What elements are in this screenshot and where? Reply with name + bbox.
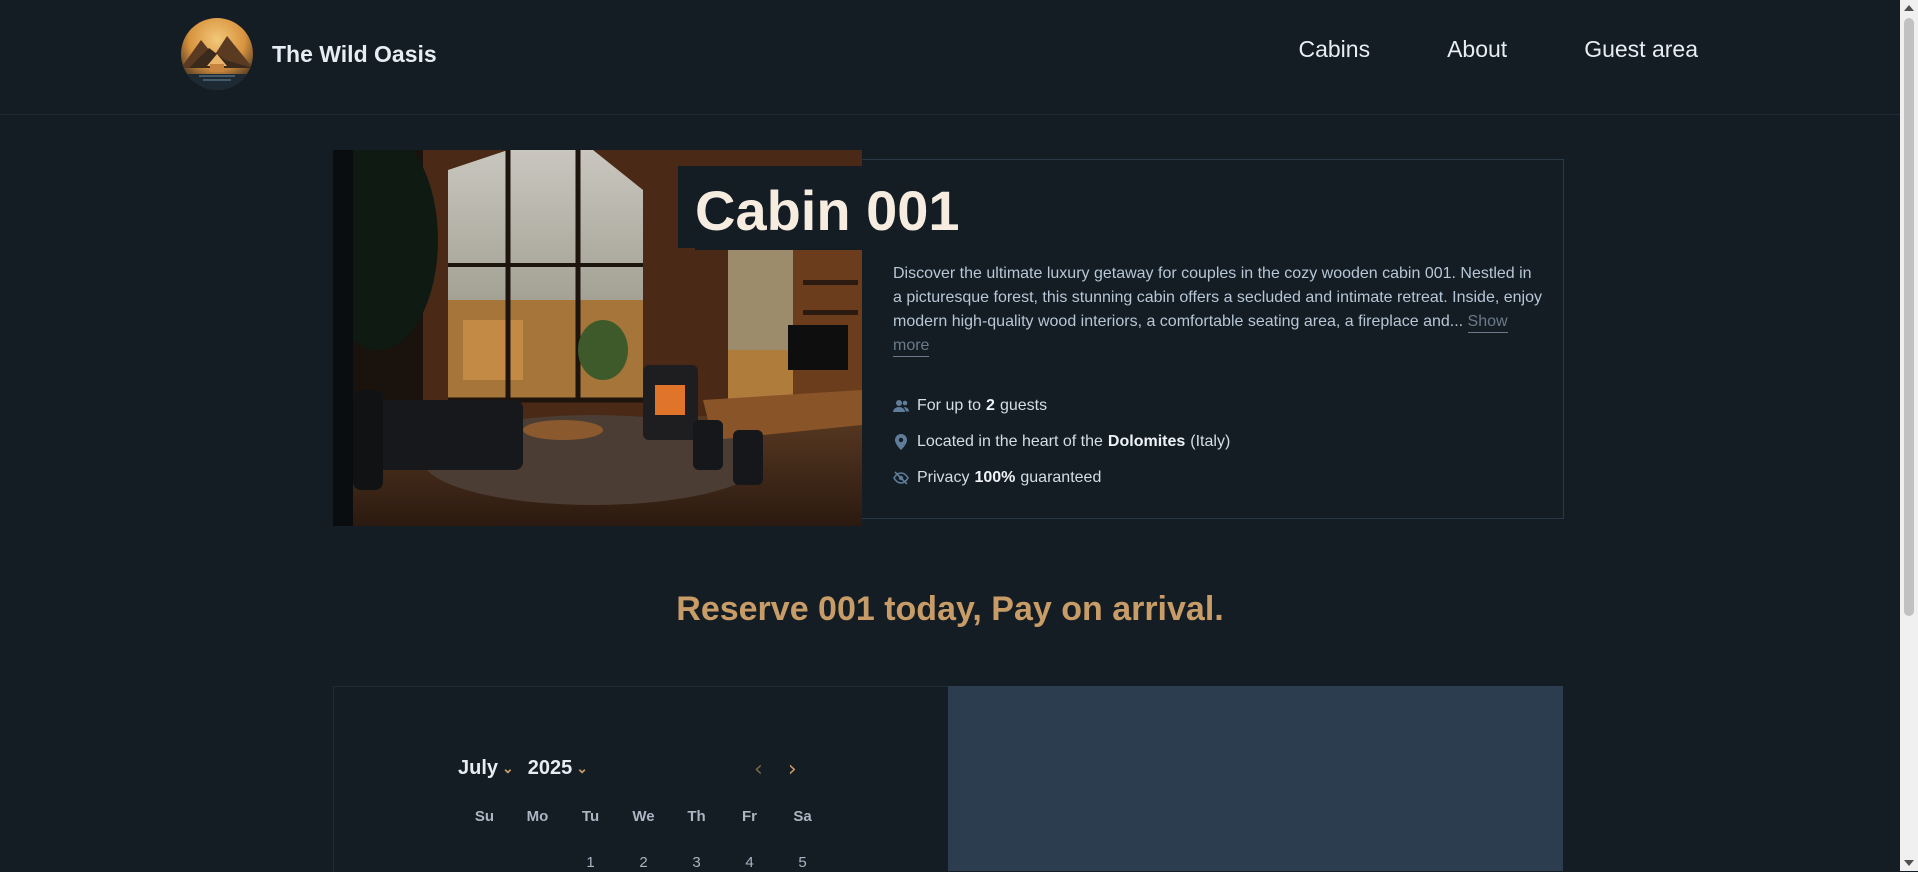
weekday-label: Fr xyxy=(742,808,757,825)
eye-slash-icon xyxy=(893,471,909,485)
feature-location-value: Dolomites xyxy=(1107,433,1186,450)
nav-link-about[interactable]: About xyxy=(1447,36,1507,63)
calendar-day[interactable]: 1 xyxy=(564,854,617,871)
map-pin-icon xyxy=(895,434,907,450)
nav-link-cabins[interactable]: Cabins xyxy=(1298,36,1370,63)
scroll-up-arrow-icon[interactable] xyxy=(1904,5,1914,11)
calendar-day[interactable]: 4 xyxy=(723,854,776,871)
year-value: 2025 xyxy=(527,757,573,779)
weekday-label: Su xyxy=(474,808,495,825)
feature-location: Located in the heart of the Dolomites (I… xyxy=(893,424,1230,460)
feature-location-suffix: (Italy) xyxy=(1190,433,1231,450)
feature-privacy: Privacy 100% guaranteed xyxy=(893,460,1230,496)
cabin-features: For up to 2 guests Located in the heart … xyxy=(893,388,1230,496)
feature-privacy-prefix: Privacy xyxy=(917,469,970,486)
calendar-day[interactable]: 5 xyxy=(776,854,829,871)
site-header: The Wild Oasis Cabins About Guest area xyxy=(0,0,1900,115)
feature-guests-value: 2 xyxy=(986,397,995,414)
previous-month-button[interactable]: ‹ xyxy=(754,757,763,782)
brand-name: The Wild Oasis xyxy=(272,40,437,67)
date-picker-panel: July ⌄ 2025 ⌄ ‹ › Su Mo Tu We Th Fr Sa 1… xyxy=(333,686,950,872)
feature-privacy-suffix: guaranteed xyxy=(1020,469,1102,486)
weekday-label: We xyxy=(632,808,655,825)
weekday-label: Tu xyxy=(581,808,600,825)
year-select[interactable]: 2025 ⌄ xyxy=(528,757,588,780)
cabin-description-text: Discover the ultimate luxury getaway for… xyxy=(893,265,1542,330)
calendar-day-empty xyxy=(458,854,511,871)
feature-privacy-value: 100% xyxy=(974,469,1016,486)
weekday-label: Sa xyxy=(793,808,812,825)
calendar-day-empty xyxy=(511,854,564,871)
calendar-week-row: 1 2 3 4 5 xyxy=(458,854,829,871)
feature-guests-suffix: guests xyxy=(999,397,1048,414)
page-scrollbar[interactable] xyxy=(1900,0,1918,871)
reservation-form-panel xyxy=(948,686,1563,871)
scroll-down-arrow-icon[interactable] xyxy=(1904,860,1914,866)
reserve-heading: Reserve 001 today, Pay on arrival. xyxy=(676,590,1224,628)
next-month-button[interactable]: › xyxy=(788,757,797,782)
month-value: July xyxy=(458,757,499,779)
logo-icon xyxy=(181,18,253,90)
scrollbar-thumb[interactable] xyxy=(1904,18,1914,616)
weekday-label: Mo xyxy=(526,808,549,825)
calendar-caption: July ⌄ 2025 ⌄ xyxy=(458,757,602,780)
chevron-down-icon: ⌄ xyxy=(576,760,588,776)
calendar-nav: ‹ › xyxy=(754,757,797,782)
month-select[interactable]: July ⌄ xyxy=(458,757,514,780)
feature-guests-prefix: For up to xyxy=(917,397,982,414)
users-icon xyxy=(893,400,909,412)
chevron-down-icon: ⌄ xyxy=(502,760,514,776)
weekday-header: Su Mo Tu We Th Fr Sa xyxy=(458,808,829,825)
calendar-day[interactable]: 2 xyxy=(617,854,670,871)
feature-guests: For up to 2 guests xyxy=(893,388,1230,424)
calendar-day[interactable]: 3 xyxy=(670,854,723,871)
main-nav: Cabins About Guest area xyxy=(1298,36,1698,63)
feature-location-prefix: Located in the heart of the xyxy=(917,433,1103,450)
brand-logo-link[interactable]: The Wild Oasis xyxy=(181,18,437,90)
weekday-label: Th xyxy=(687,808,706,825)
cabin-description: Discover the ultimate luxury getaway for… xyxy=(893,262,1543,358)
nav-link-guest-area[interactable]: Guest area xyxy=(1584,36,1698,63)
cabin-title: Cabin 001 xyxy=(695,174,974,250)
